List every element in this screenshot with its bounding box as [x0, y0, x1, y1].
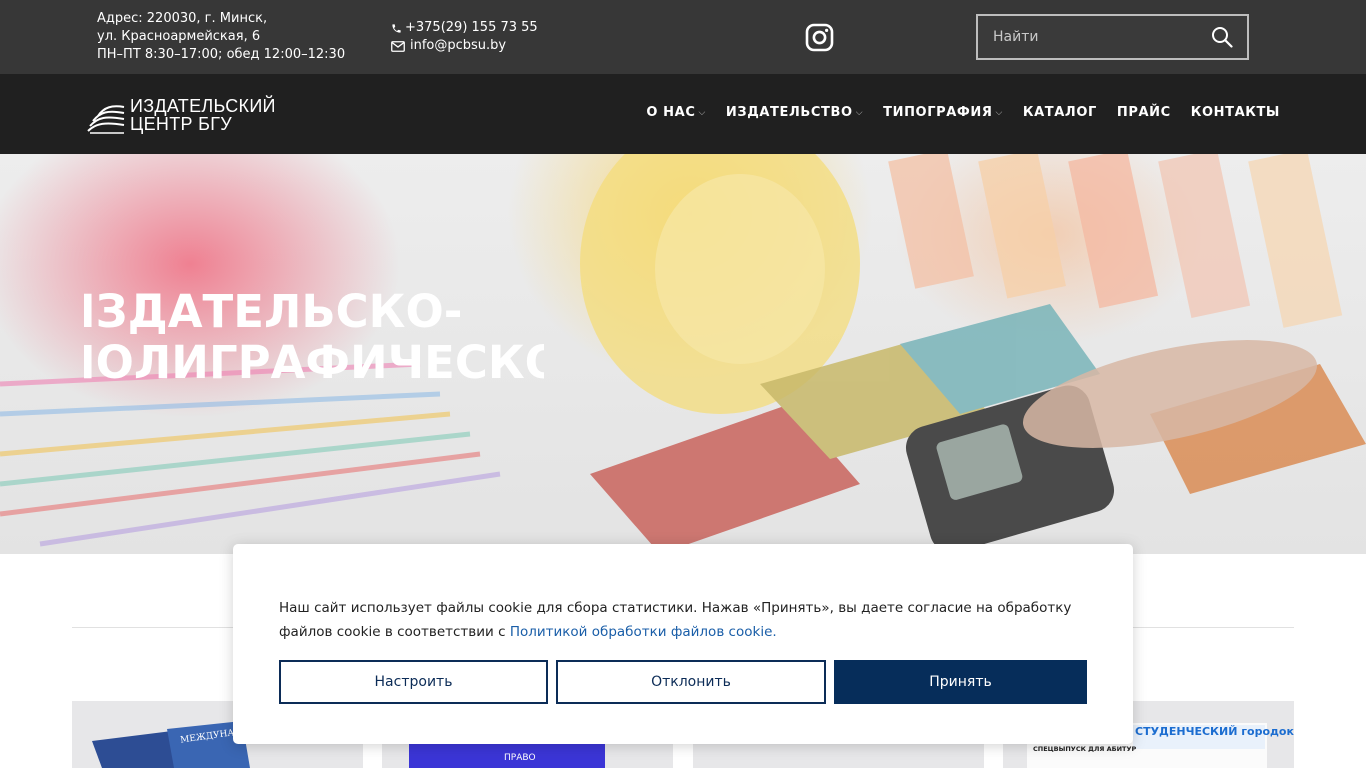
- nav-item-about[interactable]: О НАС ⌵: [646, 105, 706, 120]
- instagram-icon[interactable]: [805, 23, 834, 52]
- email-address[interactable]: info@pcbsu.by: [410, 37, 506, 55]
- phone-row[interactable]: +375(29) 155 73 55: [391, 19, 538, 37]
- phone-number[interactable]: +375(29) 155 73 55: [405, 19, 538, 37]
- working-hours: ПН–ПТ 8:30–17:00; обед 12:00–12:30: [97, 47, 346, 62]
- chevron-down-icon: ⌵: [698, 107, 706, 118]
- search-box: [976, 14, 1249, 60]
- cookie-configure-button[interactable]: Настроить: [279, 660, 548, 704]
- cookie-policy-link[interactable]: Политикой обработки файлов cookie.: [510, 624, 777, 640]
- logo-line-1: ИЗДАТЕЛЬСКИЙ: [130, 96, 276, 116]
- top-info-bar: Адрес: 220030, г. Минск, ул. Красноармей…: [0, 0, 1366, 74]
- main-header: ИЗДАТЕЛЬСКИЙ ЦЕНТР БГУ О НАС ⌵ ИЗДАТЕЛЬС…: [0, 74, 1366, 154]
- main-nav: О НАС ⌵ ИЗДАТЕЛЬСТВО ⌵ ТИПОГРАФИЯ ⌵ КАТА…: [646, 105, 1280, 120]
- cookie-decline-button[interactable]: Отклонить: [556, 660, 826, 704]
- nav-item-label: ТИПОГРАФИЯ: [883, 105, 993, 120]
- open-book-logo-icon: [87, 105, 125, 134]
- phone-icon: [392, 23, 401, 33]
- cookie-message: Наш сайт использует файлы cookie для сбо…: [279, 596, 1079, 644]
- search-icon[interactable]: [1211, 26, 1233, 48]
- nav-item-label: О НАС: [646, 105, 696, 120]
- cookie-accept-button[interactable]: Принять: [834, 660, 1087, 704]
- nav-item-catalog[interactable]: КАТАЛОГ: [1023, 105, 1097, 120]
- chevron-down-icon: ⌵: [855, 107, 864, 118]
- nav-item-label: КОНТАКТЫ: [1190, 105, 1280, 120]
- address-line-2: ул. Красноармейская, 6: [97, 29, 261, 44]
- nav-item-contacts[interactable]: КОНТАКТЫ: [1191, 105, 1280, 120]
- nav-item-label: ПРАЙС: [1116, 105, 1171, 120]
- contacts-block: +375(29) 155 73 55 info@pcbsu.by: [391, 19, 538, 55]
- logo-line-2: ЦЕНТР БГУ: [130, 114, 233, 134]
- site-logo[interactable]: ИЗДАТЕЛЬСКИЙ ЦЕНТР БГУ: [86, 94, 282, 136]
- nav-item-label: ИЗДАТЕЛЬСТВО: [725, 105, 853, 120]
- card-cover-subtext: СПЕЦВЫПУСК ДЛЯ АБИТУР: [1033, 745, 1137, 753]
- nav-item-printing[interactable]: ТИПОГРАФИЯ ⌵: [883, 105, 1003, 120]
- card-cover-text: ПРАВО: [504, 753, 536, 763]
- chevron-down-icon: ⌵: [995, 107, 1003, 118]
- card-cover-text: СТУДЕНЧЕСКИЙ городок: [1135, 725, 1294, 738]
- nav-item-price[interactable]: ПРАЙС: [1117, 105, 1171, 120]
- hero-title-line-2: ПОЛИГРАФИЧЕСКОЕ: [84, 336, 544, 388]
- cookie-consent-dialog: Наш сайт использует файлы cookie для сбо…: [233, 544, 1133, 744]
- nav-item-label: КАТАЛОГ: [1022, 105, 1097, 120]
- email-row[interactable]: info@pcbsu.by: [391, 37, 538, 55]
- hero-title-line-1: ИЗДАТЕЛЬСКО-: [84, 286, 463, 338]
- address-line-1: Адрес: 220030, г. Минск,: [97, 11, 268, 26]
- logo-text: ИЗДАТЕЛЬСКИЙ ЦЕНТР БГУ: [130, 97, 276, 133]
- envelope-icon: [391, 40, 405, 52]
- nav-item-publishing[interactable]: ИЗДАТЕЛЬСТВО ⌵: [726, 105, 863, 120]
- search-input[interactable]: [978, 16, 1198, 58]
- hero-title: ИЗДАТЕЛЬСКО- ПОЛИГРАФИЧЕСКОЕ: [84, 286, 544, 388]
- hero-banner: ИЗДАТЕЛЬСКО- ПОЛИГРАФИЧЕСКОЕ: [0, 154, 1366, 554]
- address-block: Адрес: 220030, г. Минск, ул. Красноармей…: [97, 10, 345, 64]
